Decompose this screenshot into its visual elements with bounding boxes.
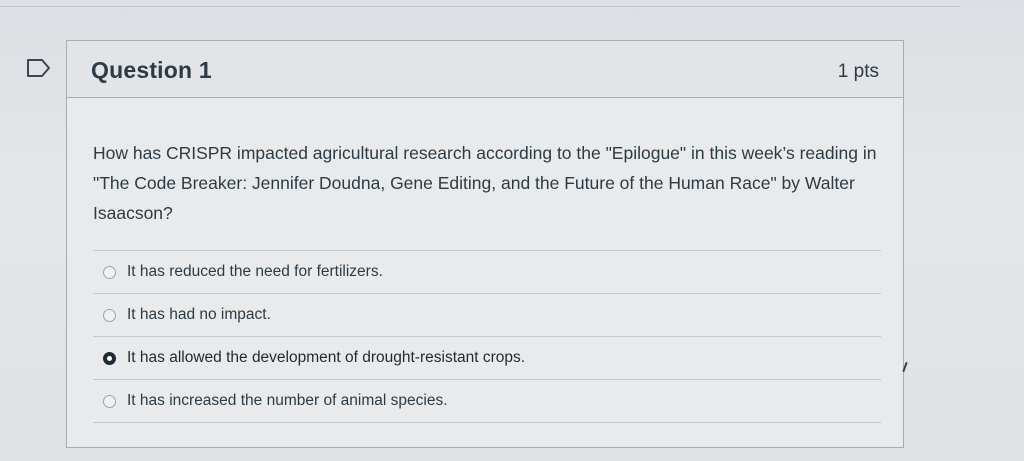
answer-label: It has allowed the development of drough… xyxy=(127,349,526,366)
answer-option[interactable]: It has increased the number of animal sp… xyxy=(93,380,881,423)
radio-icon[interactable] xyxy=(103,394,116,408)
question-text: How has CRISPR impacted agricultural res… xyxy=(93,143,877,223)
question-header: Question 1 1 pts xyxy=(67,41,903,98)
answer-option[interactable]: It has had no impact. xyxy=(93,294,881,337)
answer-label: It has increased the number of animal sp… xyxy=(127,392,448,409)
radio-icon[interactable] xyxy=(103,308,116,322)
answer-label: It has had no impact. xyxy=(127,306,271,323)
question-points: 1 pts xyxy=(837,61,879,82)
top-divider xyxy=(0,6,960,7)
radio-icon[interactable] xyxy=(103,265,116,279)
radio-selected-icon[interactable] xyxy=(103,351,116,365)
answer-list: It has reduced the need for fertilizers.… xyxy=(93,250,881,423)
answer-option-selected[interactable]: It has allowed the development of drough… xyxy=(93,337,881,380)
question-title: Question 1 xyxy=(91,57,212,83)
question-card: Question 1 1 pts How has CRISPR impacted… xyxy=(66,40,904,448)
answer-label: It has reduced the need for fertilizers. xyxy=(127,263,383,280)
answer-option[interactable]: It has reduced the need for fertilizers. xyxy=(93,251,881,294)
flag-question-icon[interactable] xyxy=(26,57,52,79)
question-body: How has CRISPR impacted agricultural res… xyxy=(67,98,903,423)
